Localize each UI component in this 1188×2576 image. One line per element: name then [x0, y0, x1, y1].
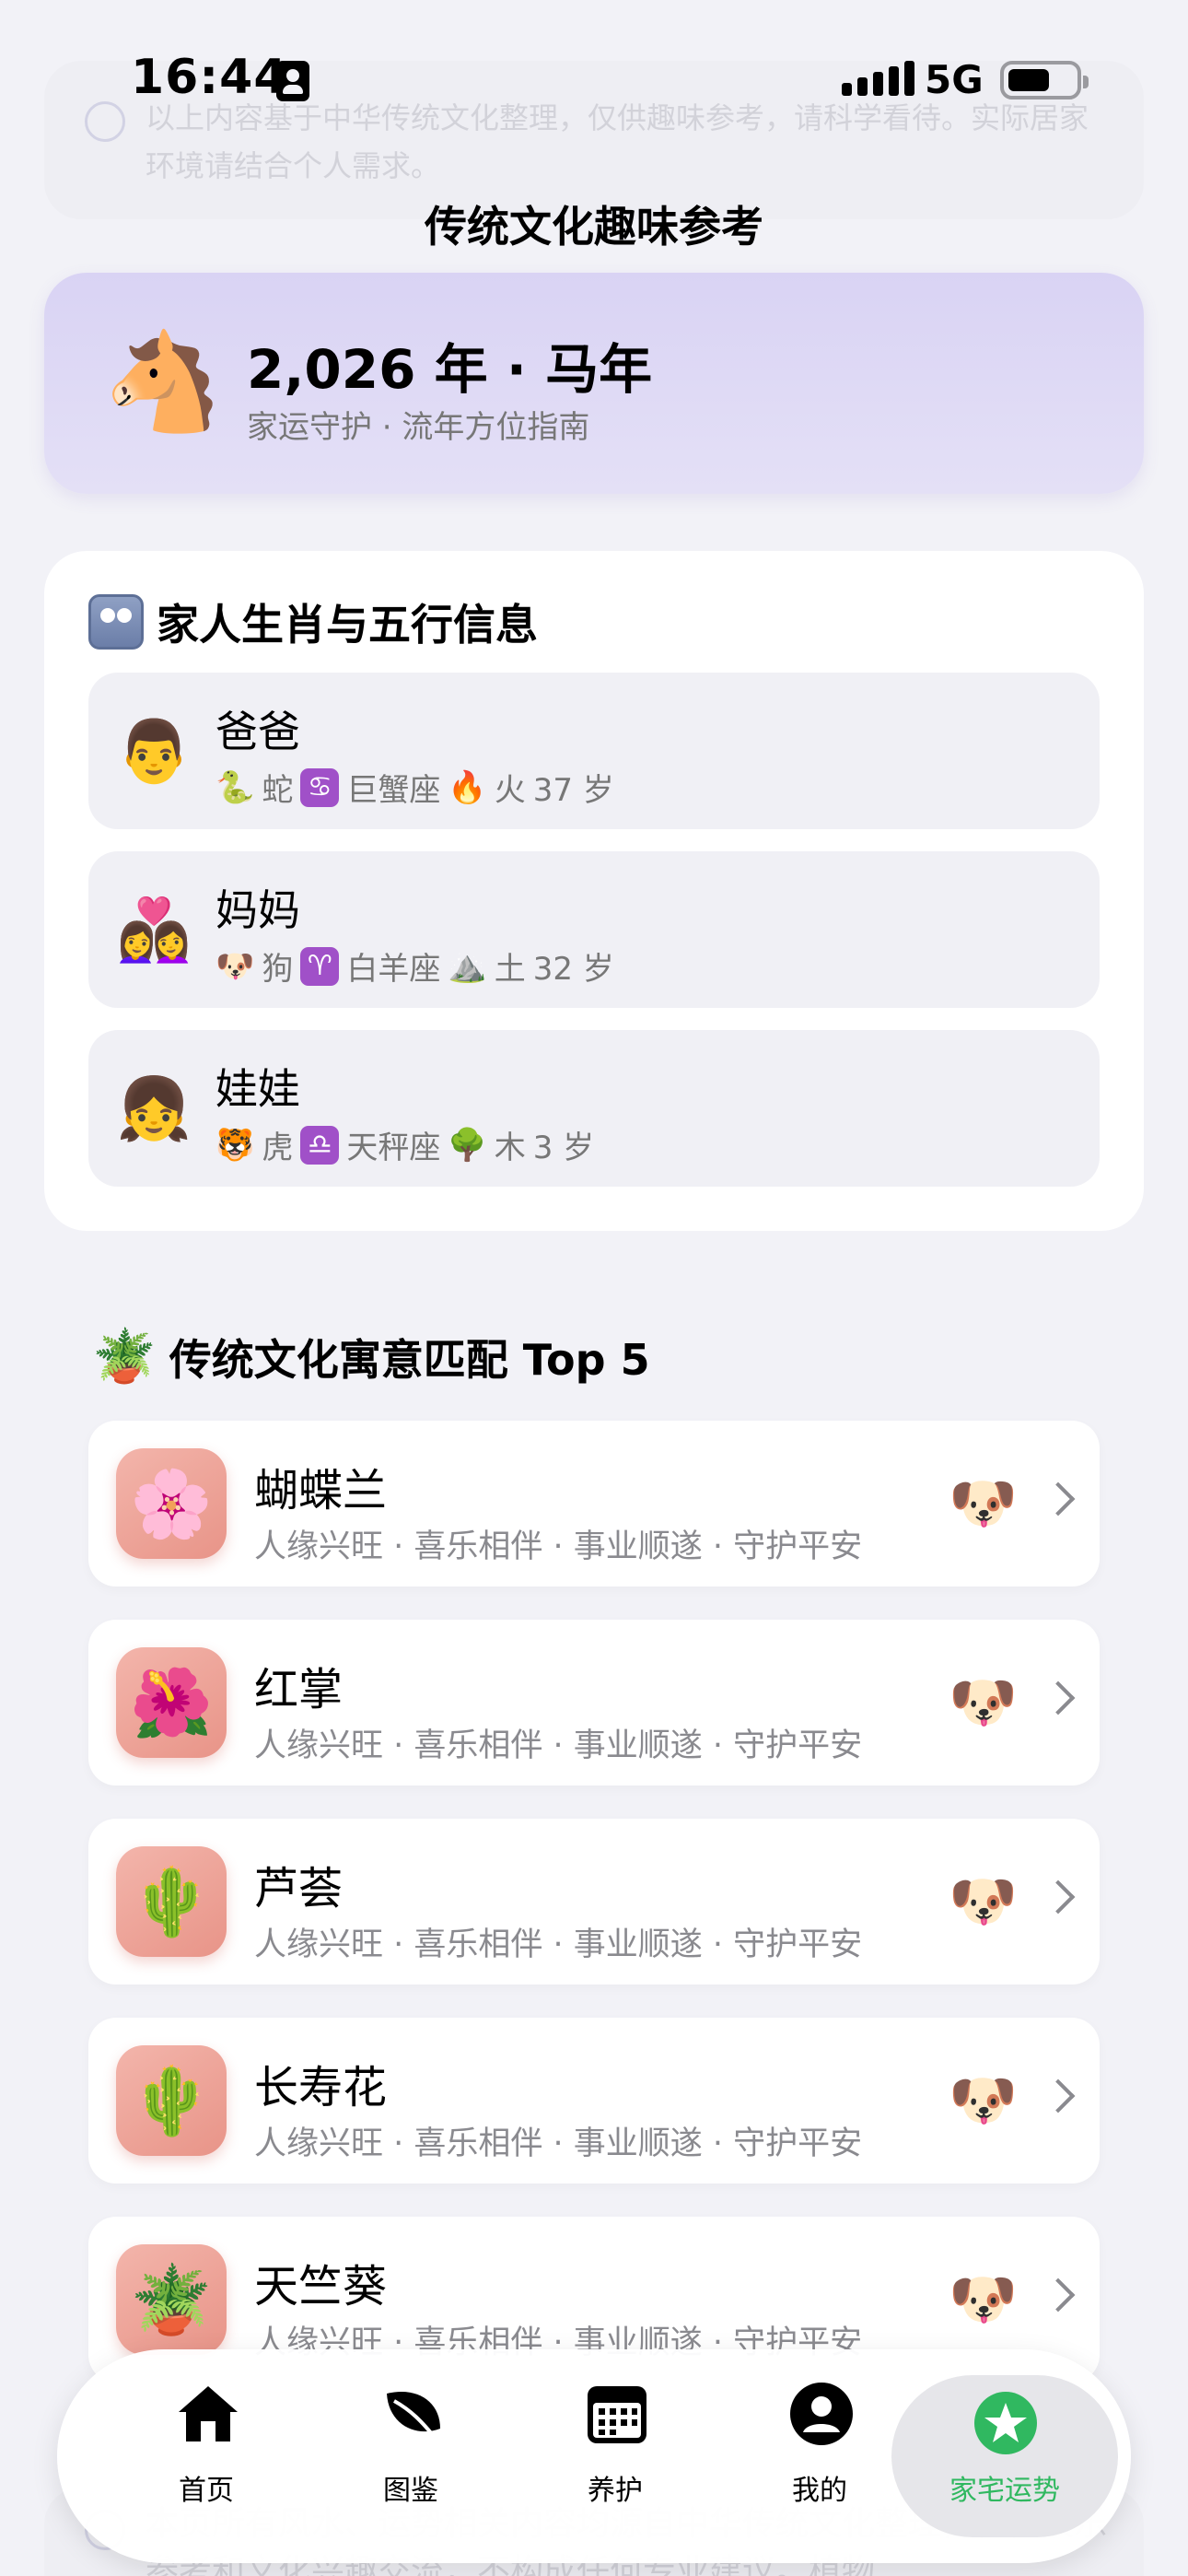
family-section-heading: 家人生肖与五行信息: [88, 591, 538, 652]
tab-home-fortune[interactable]: 家宅运势: [891, 2375, 1118, 2537]
child-avatar-icon: 👧: [116, 1073, 192, 1144]
plant-row[interactable]: 🌵 长寿花 人缘兴旺 · 喜乐相伴 · 事业顺遂 · 守护平安 🐶: [88, 2018, 1100, 2184]
person-icon: [790, 2383, 853, 2445]
family-heading-text: 家人生肖与五行信息: [157, 600, 538, 650]
plant-name: 长寿花: [254, 2062, 388, 2113]
cellular-signal-icon: [842, 59, 914, 96]
couple-avatar-icon: 👩‍❤️‍👩: [116, 895, 192, 966]
dog-icon: 🐶: [949, 2068, 1018, 2133]
tab-label: 图鉴: [383, 2475, 438, 2507]
tab-care[interactable]: 养护: [514, 2349, 716, 2563]
tab-home[interactable]: 首页: [105, 2349, 308, 2563]
network-type: 5G: [925, 57, 984, 102]
cactus-icon: 🌵: [116, 1846, 227, 1957]
contact-card-icon: [276, 61, 309, 101]
plant-row[interactable]: 🌵 芦荟 人缘兴旺 · 喜乐相伴 · 事业顺遂 · 守护平安 🐶: [88, 1819, 1100, 1985]
family-icon: [88, 594, 144, 650]
age: 37 岁: [532, 772, 614, 809]
potted-plant-icon: 🪴: [92, 1327, 157, 1387]
page-title: 传统文化趣味参考: [425, 202, 763, 252]
member-row-dad[interactable]: 👨 爸爸 🐍 蛇 ♋ 巨蟹座 🔥 火 37 岁: [88, 673, 1100, 829]
star-badge-icon: [974, 2392, 1037, 2454]
tab-label: 我的: [792, 2475, 847, 2507]
chevron-right-icon: [1041, 2078, 1076, 2113]
star-sign: 白羊座: [346, 951, 441, 988]
status-time: 16:44: [131, 50, 288, 105]
element: 火: [494, 772, 526, 809]
star-sign: 天秤座: [346, 1130, 441, 1166]
tab-label: 家宅运势: [949, 2475, 1060, 2507]
member-tags: 🐯 虎 ♎ 天秤座 🌳 木 3 岁: [215, 1122, 594, 1167]
battery-icon: [1000, 61, 1089, 100]
tab-label: 养护: [588, 2475, 643, 2507]
member-row-mom[interactable]: 👩‍❤️‍👩 妈妈 🐶 狗 ♈ 白羊座 ⛰️ 土 32 岁: [88, 851, 1100, 1008]
status-bar: 16:44 5G: [0, 0, 1188, 157]
plant-desc: 人缘兴旺 · 喜乐相伴 · 事业顺遂 · 守护平安: [254, 1528, 863, 1565]
potted-plant-icon: 🪴: [116, 2244, 227, 2355]
plant-heading-text: 传统文化寓意匹配 Top 5: [169, 1335, 650, 1385]
plant-row[interactable]: 🌺 红掌 人缘兴旺 · 喜乐相伴 · 事业顺遂 · 守护平安 🐶: [88, 1620, 1100, 1786]
snake-icon: 🐍: [215, 768, 255, 806]
zodiac-animal: 虎: [262, 1130, 294, 1166]
family-info-card: 家人生肖与五行信息 👨 爸爸 🐍 蛇 ♋ 巨蟹座 🔥 火 37 岁 👩‍❤️‍👩…: [44, 551, 1144, 1231]
leaf-icon: [387, 2391, 440, 2441]
year-hero-card[interactable]: 🐴 2,026 年 · 马年 家运守护 · 流年方位指南: [44, 273, 1144, 494]
zodiac-animal: 蛇: [262, 772, 294, 809]
calendar-icon: [588, 2386, 646, 2443]
cactus-icon: 🌵: [116, 2045, 227, 2156]
member-tags: 🐍 蛇 ♋ 巨蟹座 🔥 火 37 岁: [215, 765, 614, 810]
tab-bar: 首页 图鉴 养护 我的 家宅运势: [57, 2349, 1131, 2563]
member-name: 娃娃: [215, 1064, 300, 1114]
chevron-right-icon: [1041, 1481, 1076, 1516]
chevron-right-icon: [1041, 2277, 1076, 2313]
age: 32 岁: [532, 951, 614, 988]
plant-name: 芦荟: [254, 1863, 344, 1914]
dog-icon: 🐶: [949, 1869, 1018, 1934]
plant-row[interactable]: 🌸 蝴蝶兰 人缘兴旺 · 喜乐相伴 · 事业顺遂 · 守护平安 🐶: [88, 1421, 1100, 1587]
star-sign: 巨蟹座: [346, 772, 441, 809]
plant-desc: 人缘兴旺 · 喜乐相伴 · 事业顺遂 · 守护平安: [254, 2125, 863, 2162]
member-name: 妈妈: [215, 885, 300, 935]
cancer-sign-icon: ♋: [300, 767, 340, 807]
aries-sign-icon: ♈: [300, 946, 340, 986]
tree-icon: 🌳: [448, 1126, 487, 1164]
dog-icon: 🐶: [949, 2267, 1018, 2332]
dog-icon: 🐶: [215, 947, 255, 985]
fire-icon: 🔥: [448, 768, 487, 806]
member-row-child[interactable]: 👧 娃娃 🐯 虎 ♎ 天秤座 🌳 木 3 岁: [88, 1030, 1100, 1187]
element: 木: [494, 1130, 526, 1166]
hero-subtitle: 家运守护 · 流年方位指南: [247, 409, 590, 446]
hero-title: 2,026 年 · 马年: [247, 338, 653, 401]
age: 3 岁: [532, 1130, 595, 1166]
horse-icon: 🐴: [103, 325, 223, 438]
house-icon: [179, 2386, 238, 2441]
tab-gallery[interactable]: 图鉴: [309, 2349, 512, 2563]
chevron-right-icon: [1041, 1680, 1076, 1715]
dog-icon: 🐶: [949, 1471, 1018, 1536]
tab-label: 首页: [179, 2475, 234, 2507]
plant-name: 红掌: [254, 1664, 344, 1715]
member-tags: 🐶 狗 ♈ 白羊座 ⛰️ 土 32 岁: [215, 943, 614, 989]
chevron-right-icon: [1041, 1879, 1076, 1914]
mountain-icon: ⛰️: [448, 947, 487, 985]
cherry-blossom-icon: 🌸: [116, 1448, 227, 1559]
dog-icon: 🐶: [949, 1670, 1018, 1735]
plant-name: 蝴蝶兰: [254, 1465, 388, 1516]
plant-desc: 人缘兴旺 · 喜乐相伴 · 事业顺遂 · 守护平安: [254, 1926, 863, 1963]
member-name: 爸爸: [215, 707, 300, 756]
zodiac-animal: 狗: [262, 951, 294, 988]
tiger-icon: 🐯: [215, 1126, 255, 1164]
plant-section-heading: 🪴 传统文化寓意匹配 Top 5: [92, 1327, 650, 1388]
plant-name: 天竺葵: [254, 2261, 388, 2313]
element: 土: [494, 951, 526, 988]
hibiscus-icon: 🌺: [116, 1647, 227, 1758]
plant-desc: 人缘兴旺 · 喜乐相伴 · 事业顺遂 · 守护平安: [254, 1727, 863, 1764]
man-avatar-icon: 👨: [116, 716, 192, 787]
tab-profile[interactable]: 我的: [718, 2349, 921, 2563]
libra-sign-icon: ♎: [300, 1125, 340, 1165]
